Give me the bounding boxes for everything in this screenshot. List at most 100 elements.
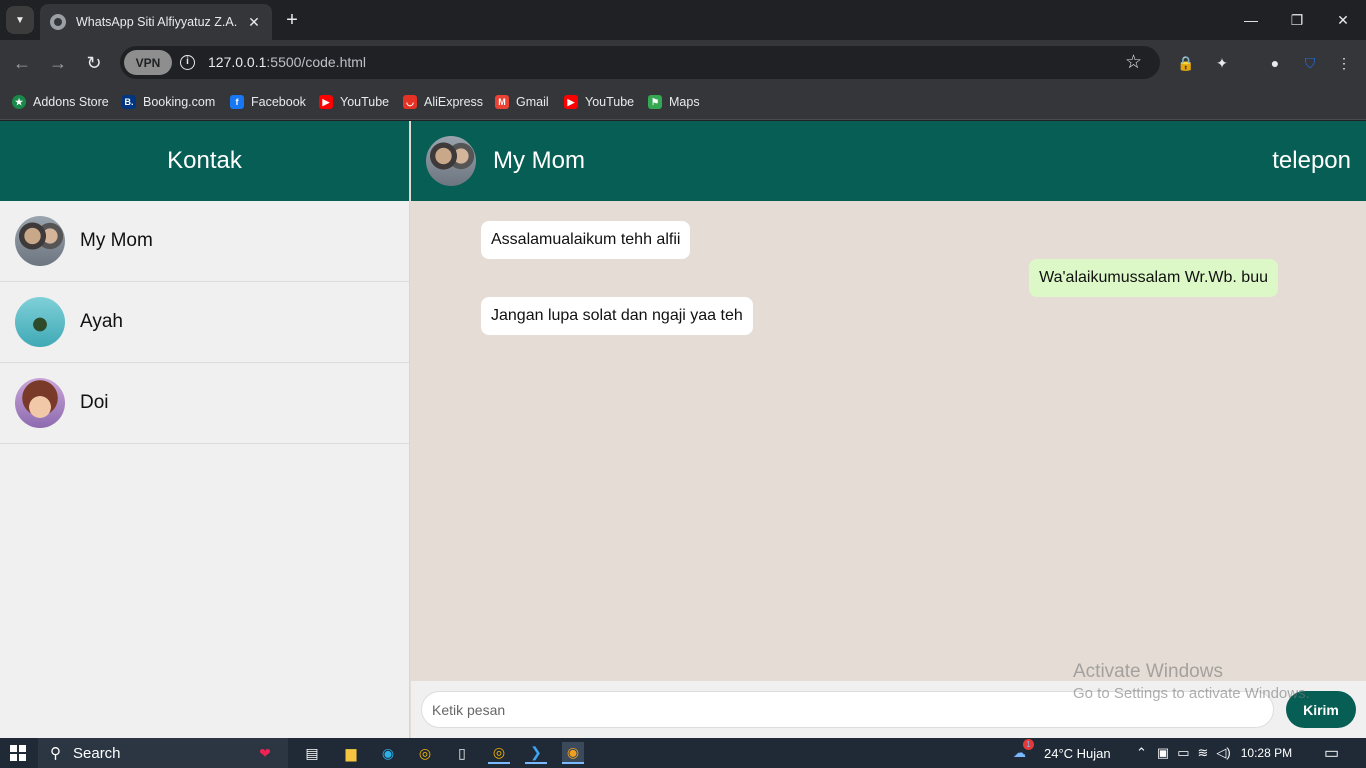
- volume-icon[interactable]: ◁): [1216, 745, 1230, 761]
- avatar: [426, 136, 476, 186]
- url-path: :5500/code.html: [266, 54, 367, 70]
- close-tab-icon[interactable]: ✕: [246, 14, 262, 31]
- tab-search-button[interactable]: ▼: [6, 6, 34, 34]
- site-info-icon[interactable]: i: [180, 55, 195, 70]
- avatar: [15, 216, 65, 266]
- avatar: [15, 297, 65, 347]
- windows-taskbar: ⚲ Search ❤ ▤ ▆ ◉ ◎ ▯ ◎ ❯ ◉ ☁ 1 24°C Hujan…: [0, 738, 1366, 768]
- system-tray: ⌃ ▣ ▭ ≋ ◁) 10:28 PM: [1136, 738, 1292, 768]
- call-button[interactable]: telepon: [1272, 147, 1351, 175]
- bookmark-item[interactable]: ★ Addons Store: [12, 93, 109, 111]
- activate-windows-title: Activate Windows: [1073, 661, 1223, 682]
- browser-tab-active[interactable]: WhatsApp Siti Alfiyyatuz Z.A. ✕: [40, 4, 272, 40]
- chat-panel: My Mom telepon Assalamualaikum tehh alfi…: [411, 121, 1366, 738]
- whatsapp-page: Kontak My Mom Ayah Doi My Mom telepon As…: [0, 121, 1366, 738]
- booking-icon: B.: [122, 95, 136, 109]
- gmail-icon: M: [495, 95, 509, 109]
- bookmark-item[interactable]: M Gmail: [495, 93, 549, 111]
- weather-rain-icon: ☁ 1: [1013, 739, 1034, 761]
- bookmark-item[interactable]: B. Booking.com: [122, 93, 215, 111]
- vpn-badge[interactable]: VPN: [124, 50, 172, 75]
- chrome-icon[interactable]: ◎: [414, 742, 436, 764]
- bookmark-label: AliExpress: [424, 95, 484, 109]
- message-outgoing: Wa'alaikumussalam Wr.Wb. buu: [1029, 259, 1278, 297]
- password-manager-icon[interactable]: 🔒: [1175, 52, 1197, 74]
- address-bar[interactable]: VPN i 127.0.0.1:5500/code.html ☆: [120, 46, 1160, 79]
- shield-icon[interactable]: ⛉: [1299, 52, 1321, 74]
- bookmark-label: Facebook: [251, 95, 306, 109]
- chevron-up-icon[interactable]: ⌃: [1136, 745, 1147, 761]
- youtube-icon: ▶: [564, 95, 578, 109]
- browser-tab-bar: ▼ WhatsApp Siti Alfiyyatuz Z.A. ✕ + — ❐ …: [0, 0, 1366, 40]
- activate-windows-subtitle: Go to Settings to activate Windows.: [1073, 685, 1310, 702]
- minimize-button[interactable]: —: [1228, 0, 1274, 40]
- browser-app-icon[interactable]: ◉: [562, 742, 584, 764]
- bookmark-item[interactable]: ▶ YouTube: [319, 93, 389, 111]
- youtube-icon: ▶: [319, 95, 333, 109]
- extensions-icon[interactable]: ✦: [1211, 52, 1233, 74]
- bookmark-star-icon[interactable]: ☆: [1125, 51, 1142, 74]
- task-view-icon[interactable]: ▤: [301, 742, 323, 764]
- bookmark-label: YouTube: [340, 95, 390, 109]
- bookmark-item[interactable]: ◡ AliExpress: [403, 93, 483, 111]
- contact-item-ayah[interactable]: Ayah: [0, 282, 409, 363]
- browser-toolbar: ← → ↻ VPN i 127.0.0.1:5500/code.html ☆ 🔒…: [0, 40, 1366, 85]
- meet-icon[interactable]: ▣: [1157, 745, 1169, 761]
- taskbar-search-label: Search: [73, 744, 121, 762]
- forward-arrow-icon[interactable]: →: [45, 50, 71, 76]
- reload-icon[interactable]: ↻: [81, 50, 107, 76]
- bookmark-item[interactable]: ⚑ Maps: [648, 93, 700, 111]
- chevron-down-icon: ▼: [15, 14, 25, 26]
- more-menu-icon[interactable]: ⋮: [1333, 52, 1355, 74]
- globe-icon: [50, 14, 66, 30]
- vscode-icon[interactable]: ❯: [525, 742, 547, 764]
- clock[interactable]: 10:28 PM: [1241, 746, 1292, 760]
- message-incoming: Jangan lupa solat dan ngaji yaa teh: [481, 297, 753, 335]
- maps-icon: ⚑: [648, 95, 662, 109]
- contact-name: My Mom: [80, 230, 153, 251]
- contact-name: Ayah: [80, 311, 123, 332]
- chrome-profile-icon[interactable]: ◎: [488, 742, 510, 764]
- weather-widget[interactable]: ☁ 1 24°C Hujan: [1013, 738, 1111, 768]
- facebook-icon: f: [230, 95, 244, 109]
- windows-start-icon[interactable]: [10, 745, 26, 761]
- bookmark-label: Booking.com: [143, 95, 216, 109]
- profile-icon[interactable]: ●: [1264, 52, 1286, 74]
- battery-icon[interactable]: ▭: [1177, 745, 1189, 761]
- tab-title: WhatsApp Siti Alfiyyatuz Z.A.: [76, 15, 238, 29]
- message-list: Assalamualaikum tehh alfii Wa'alaikumuss…: [411, 201, 1366, 681]
- contact-item-my-mom[interactable]: My Mom: [0, 201, 409, 282]
- bookmark-label: Maps: [669, 95, 700, 109]
- message-incoming: Assalamualaikum tehh alfii: [481, 221, 691, 259]
- weather-text: 24°C Hujan: [1044, 745, 1111, 761]
- chat-contact-name: My Mom: [493, 147, 585, 174]
- aliexpress-icon: ◡: [403, 95, 417, 109]
- addons-store-icon: ★: [12, 95, 26, 109]
- notepad-icon[interactable]: ▯: [451, 742, 473, 764]
- wifi-icon[interactable]: ≋: [1198, 745, 1209, 761]
- url-text[interactable]: 127.0.0.1:5500/code.html: [208, 54, 366, 70]
- url-host: 127.0.0.1: [208, 54, 267, 70]
- contacts-sidebar: Kontak My Mom Ayah Doi: [0, 121, 410, 738]
- restore-button[interactable]: ❐: [1274, 0, 1320, 40]
- bookmark-label: YouTube: [585, 95, 635, 109]
- bookmark-label: Gmail: [516, 95, 549, 109]
- search-icon: ⚲: [50, 745, 61, 762]
- contact-item-doi[interactable]: Doi: [0, 363, 409, 444]
- file-explorer-icon[interactable]: ▆: [340, 742, 362, 764]
- contact-name: Doi: [80, 392, 109, 413]
- avatar: [15, 378, 65, 428]
- bookmark-label: Addons Store: [33, 95, 109, 109]
- chat-header: My Mom telepon: [411, 121, 1366, 201]
- stethoscope-heart-icon: ❤: [259, 744, 271, 761]
- new-tab-button[interactable]: +: [282, 8, 302, 32]
- bookmarks-bar: ★ Addons Store B. Booking.com f Facebook ▶ Y…: [0, 85, 1366, 120]
- sidebar-title: Kontak: [0, 121, 409, 201]
- close-window-button[interactable]: ✕: [1320, 0, 1366, 40]
- taskbar-search[interactable]: ⚲ Search: [38, 738, 288, 768]
- edge-icon[interactable]: ◉: [377, 742, 399, 764]
- back-arrow-icon[interactable]: ←: [9, 50, 35, 76]
- notification-icon[interactable]: ▭: [1324, 738, 1339, 768]
- bookmark-item[interactable]: f Facebook: [230, 93, 306, 111]
- bookmark-item[interactable]: ▶ YouTube: [564, 93, 634, 111]
